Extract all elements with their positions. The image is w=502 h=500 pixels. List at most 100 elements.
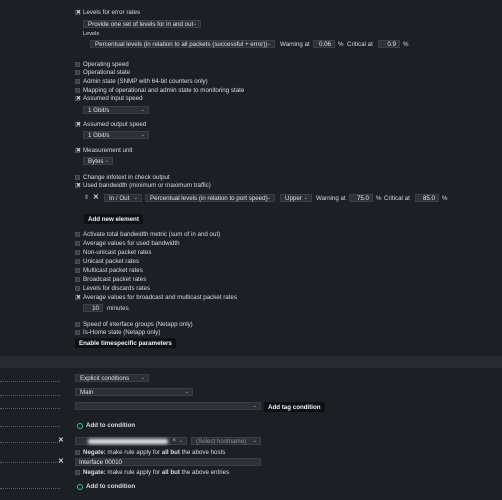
folder-value: Main [80,389,94,396]
negate-entries-label: Negate: make rule apply for all but the … [83,469,229,476]
negate-hosts-checkbox[interactable] [75,450,80,455]
input-speed-value: 1 Gbit/s [88,107,110,114]
negate-text: the above entries [179,469,230,476]
row-divider [0,408,60,409]
assumed-output-label: Assumed output speed [83,121,147,128]
bw-crit-input[interactable]: 85.0 [415,194,439,202]
chevron-down-icon: ⌄ [184,389,189,395]
mapping-label: Mapping of operational and admin state t… [83,87,245,94]
select-hostname-dropdown[interactable]: (Select hostname) ⌄ [191,437,261,445]
chevron-down-icon: ⌄ [303,195,308,201]
avg-used-bw-checkbox[interactable] [75,241,80,246]
chevron-down-icon: ⌄ [133,195,138,201]
bw-type-value: Percentual levels (in relation to port s… [150,195,268,202]
bw-warn-label: Warning at [316,195,346,202]
bw-warn-input[interactable]: 75.0 [349,194,373,202]
levels-mode-select[interactable]: Provide one set of levels for in and out… [83,20,201,28]
direction-select[interactable]: In / Out ⌄ [104,194,142,202]
clear-icon[interactable]: × [172,438,176,444]
conditions-type-select[interactable]: Explicit conditions ⌄ [75,374,149,382]
negate-entries-checkbox[interactable] [75,470,80,475]
tag-select[interactable]: ⌄ [75,402,261,410]
add-new-element-button[interactable]: Add new element [84,214,143,224]
chevron-down-icon: ⌄ [140,375,145,381]
admin-state-label: Admin state (SNMP with 64-bit counters o… [83,78,208,85]
multicast-label: Multicast packet rates [83,267,143,274]
crit-input[interactable]: 0.9 [378,40,400,48]
unit-select[interactable]: Bytes ⌄ [83,157,113,165]
minutes-input[interactable]: 10 [83,304,103,312]
group-speed-checkbox[interactable] [75,322,80,327]
admin-state-checkbox[interactable] [75,79,80,84]
bw-crit-label: Critical at [384,195,410,202]
mapping-checkbox[interactable] [75,88,80,93]
bw-type-select[interactable]: Percentual levels (in relation to port s… [145,194,275,202]
negate-bold: all but [161,469,180,476]
negate-prefix: Negate: [83,449,106,456]
broadcast-label: Broadcast packet rates [83,276,147,283]
direction-value: In / Out [109,195,130,202]
add-circle-icon[interactable] [77,484,83,490]
select-hostname-placeholder: (Select hostname) [196,438,247,445]
add-to-condition-link[interactable]: Add to condition [86,422,135,429]
avg-bcast-checkbox[interactable]: ✕ [75,295,81,301]
chevron-down-icon: ⌄ [104,158,109,164]
broadcast-checkbox[interactable] [75,277,80,282]
multicast-checkbox[interactable] [75,268,80,273]
row-divider [0,395,60,396]
bound-select[interactable]: Upper ⌄ [280,194,312,202]
level-type-select[interactable]: Percentual levels (in relation to all pa… [90,40,275,48]
measurement-unit-checkbox[interactable]: ✕ [75,148,81,154]
chevron-down-icon: ⌄ [266,195,271,201]
input-speed-select[interactable]: 1 Gbit/s ⌄ [83,106,149,114]
interface-input[interactable]: Interface 00010 [75,458,261,466]
is-home-label: Is-Home state (Netapp only) [83,329,161,336]
negate-prefix: Negate: [83,469,106,476]
folder-select[interactable]: Main ⌄ [75,388,193,396]
avg-bcast-label: Average values for broadcast and multica… [83,294,237,301]
remove-entry-icon[interactable]: ✕ [58,457,64,465]
warn-label: Warning at [280,41,310,48]
chevron-down-icon: ⌄ [252,438,257,444]
levels-heading: Levels [83,31,100,37]
remove-host-icon[interactable]: ✕ [58,436,64,444]
nonunicast-checkbox[interactable] [75,250,80,255]
total-bw-label: Activate total bandwidth metric (sum of … [83,231,221,238]
levels-error-label: Levels for error rates [83,9,141,16]
add-tag-condition-button[interactable]: Add tag condition [264,402,325,412]
used-bandwidth-checkbox[interactable]: ✕ [75,183,81,189]
negate-text: make rule apply for [105,469,162,476]
row-divider [0,442,60,443]
bw-crit-unit: % [442,195,448,202]
hostname-input[interactable]: × ⌄ [75,437,187,445]
add-circle-icon[interactable] [77,423,83,429]
infotext-checkbox[interactable] [75,175,80,180]
infotext-label: Change infotext in check output [83,174,170,181]
output-speed-select[interactable]: 1 Gbit/s ⌄ [83,131,149,139]
chevron-down-icon: ⌄ [140,132,145,138]
drag-handle-icon[interactable]: ⇕ [84,194,89,201]
operating-speed-checkbox[interactable] [75,62,80,67]
crit-unit: % [403,41,409,48]
delete-element-icon[interactable]: ✕ [93,193,99,201]
unit-value: Bytes [88,158,104,165]
enable-timespecific-button[interactable]: Enable timespecific parameters [75,338,176,348]
level-type-value: Percentual levels (in relation to all pa… [95,41,268,48]
assumed-output-checkbox[interactable]: ✕ [75,122,81,128]
used-bandwidth-label: Used bandwidth (minimum or maximum traff… [83,182,211,189]
levels-error-checkbox[interactable]: ✕ [75,10,81,16]
unicast-checkbox[interactable] [75,259,80,264]
row-divider [0,488,60,489]
group-speed-label: Speed of interface groups (Netapp only) [83,321,193,328]
total-bw-checkbox[interactable] [75,232,80,237]
warn-input[interactable]: 0.06 [313,40,335,48]
row-divider [0,381,60,382]
operational-state-checkbox[interactable] [75,70,80,75]
assumed-input-checkbox[interactable]: ✕ [75,96,81,102]
minutes-label: minutes [107,305,129,312]
discards-checkbox[interactable] [75,286,80,291]
negate-text: make rule apply for [105,449,162,456]
is-home-checkbox[interactable] [75,330,80,335]
add-to-condition-link-2[interactable]: Add to condition [86,483,135,490]
unicast-label: Unicast packet rates [83,258,140,265]
